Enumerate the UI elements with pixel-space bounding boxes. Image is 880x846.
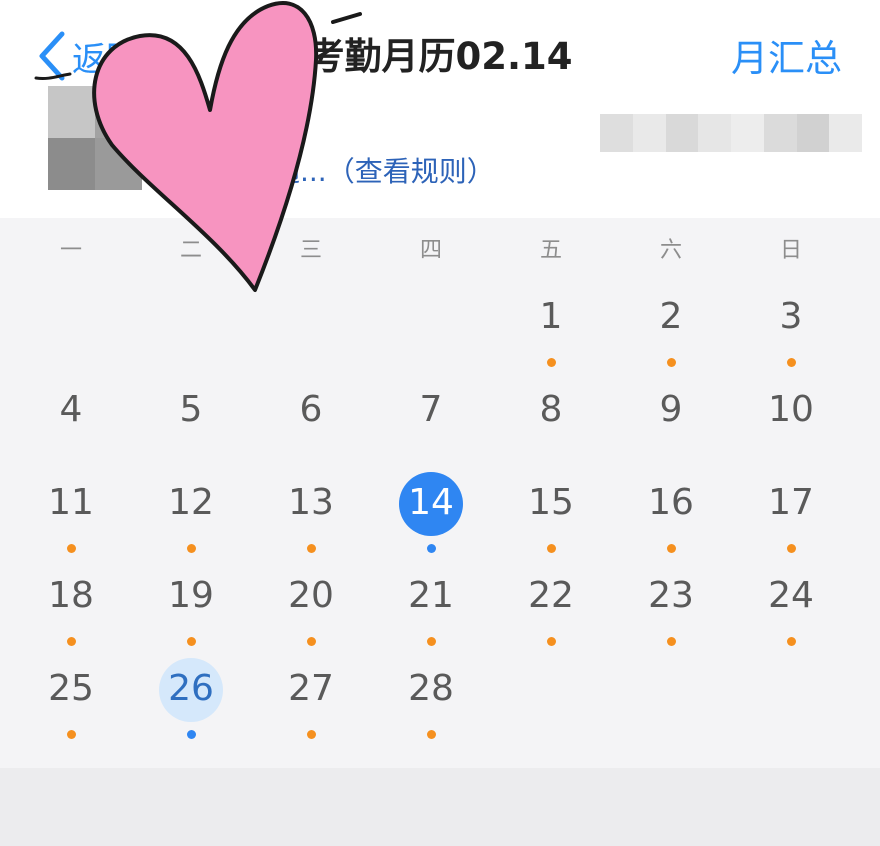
calendar-day[interactable]: 25	[11, 658, 131, 751]
day-number: 3	[779, 296, 803, 337]
attendance-dot	[187, 637, 196, 646]
attendance-dot	[547, 544, 556, 553]
day-number: 17	[768, 482, 814, 523]
attendance-dot	[427, 637, 436, 646]
day-number: 21	[408, 575, 454, 616]
day-number: 13	[288, 482, 334, 523]
day-number: 10	[768, 389, 814, 430]
attendance-dot	[307, 544, 316, 553]
calendar-day[interactable]: 4	[11, 379, 131, 472]
calendar-day[interactable]: 11	[11, 472, 131, 565]
weekday-label: 日	[779, 238, 802, 263]
calendar-day[interactable]: 15	[491, 472, 611, 565]
header-panel: 返回 考勤月历02.14 月汇总 通...（查看规则）	[0, 0, 880, 218]
day-number: 28	[408, 668, 454, 709]
calendar-day[interactable]: 23	[611, 565, 731, 658]
weekday-label: 五	[539, 238, 562, 263]
calendar-day[interactable]: 5	[131, 379, 251, 472]
day-number: 23	[648, 575, 694, 616]
day-number: 11	[48, 482, 94, 523]
attendance-dot	[67, 730, 76, 739]
attendance-dot	[787, 544, 796, 553]
calendar-day[interactable]: 24	[731, 565, 851, 658]
weekday-label: 一	[59, 238, 82, 263]
day-number: 24	[768, 575, 814, 616]
weekday-header: 一二三四五六日	[0, 232, 880, 272]
attendance-dot	[787, 637, 796, 646]
day-number: 15	[528, 482, 574, 523]
avatar	[48, 86, 142, 190]
calendar-day[interactable]: 13	[251, 472, 371, 565]
weekday-label: 二	[179, 238, 202, 263]
attendance-dot	[667, 358, 676, 367]
attendance-dot	[667, 544, 676, 553]
day-number: 16	[648, 482, 694, 523]
attendance-dot	[667, 637, 676, 646]
attendance-dot	[787, 358, 796, 367]
day-number: 9	[659, 389, 683, 430]
calendar-day[interactable]: 10	[731, 379, 851, 472]
calendar-day[interactable]: 1	[491, 286, 611, 379]
attendance-dot	[427, 730, 436, 739]
attendance-dot	[427, 544, 436, 553]
day-number: 2	[659, 296, 683, 337]
calendar-day[interactable]: 21	[371, 565, 491, 658]
attendance-dot	[187, 544, 196, 553]
attendance-dot	[547, 358, 556, 367]
attendance-dot	[307, 637, 316, 646]
calendar-day[interactable]: 27	[251, 658, 371, 751]
day-number: 19	[168, 575, 214, 616]
attendance-dot	[547, 637, 556, 646]
calendar-day[interactable]: 7	[371, 379, 491, 472]
calendar-day[interactable]: 19	[131, 565, 251, 658]
calendar-day[interactable]: 22	[491, 565, 611, 658]
day-number: 26	[168, 668, 214, 709]
month-summary-button[interactable]: 月汇总	[731, 28, 842, 82]
day-number: 18	[48, 575, 94, 616]
calendar-day[interactable]: 16	[611, 472, 731, 565]
day-number: 25	[48, 668, 94, 709]
calendar-day[interactable]: 3	[731, 286, 851, 379]
day-number: 5	[179, 389, 203, 430]
attendance-rule-link[interactable]: 通...（查看规则）	[272, 150, 495, 190]
weekday-label: 四	[419, 238, 442, 263]
day-number: 8	[539, 389, 563, 430]
calendar-day[interactable]: 8	[491, 379, 611, 472]
calendar-day[interactable]: 20	[251, 565, 371, 658]
calendar-day[interactable]: 6	[251, 379, 371, 472]
day-number: 20	[288, 575, 334, 616]
day-number: 14	[408, 482, 454, 523]
day-number: 4	[59, 389, 83, 430]
attendance-dot	[67, 637, 76, 646]
attendance-dot	[67, 544, 76, 553]
weekday-label: 三	[299, 238, 322, 263]
day-number: 6	[299, 389, 323, 430]
day-number: 22	[528, 575, 574, 616]
calendar-day[interactable]: 17	[731, 472, 851, 565]
attendance-dot	[307, 730, 316, 739]
day-number: 7	[419, 389, 443, 430]
calendar-day[interactable]: 28	[371, 658, 491, 751]
attendance-dot	[187, 730, 196, 739]
day-number: 1	[539, 296, 563, 337]
calendar-day[interactable]: 12	[131, 472, 251, 565]
calendar-day[interactable]: 14	[371, 472, 491, 565]
calendar-day[interactable]: 18	[11, 565, 131, 658]
calendar-day[interactable]: 2	[611, 286, 731, 379]
bottom-panel	[0, 768, 880, 846]
calendar-day[interactable]: 9	[611, 379, 731, 472]
weekday-label: 六	[659, 238, 682, 263]
blurred-info	[600, 114, 862, 152]
day-number: 27	[288, 668, 334, 709]
calendar-day[interactable]: 26	[131, 658, 251, 751]
day-number: 12	[168, 482, 214, 523]
